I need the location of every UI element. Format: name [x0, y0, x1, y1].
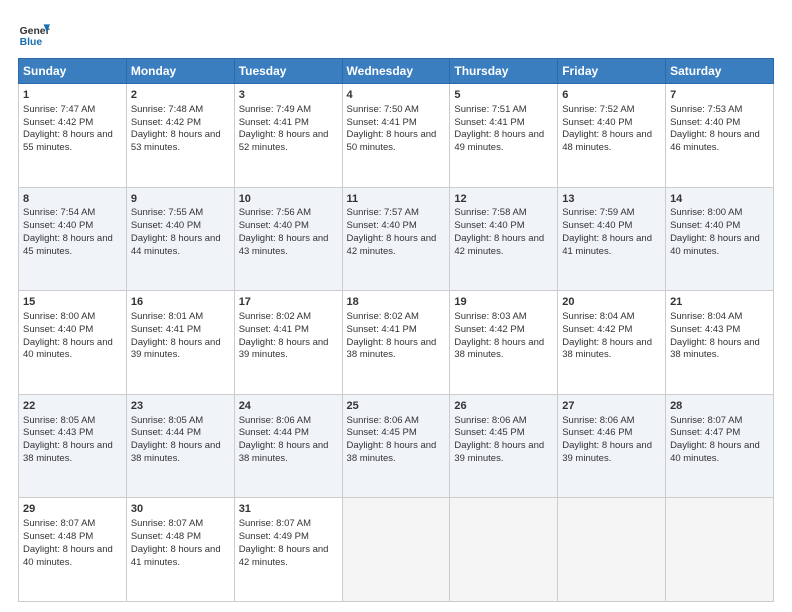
day-number: 3: [239, 88, 338, 103]
calendar-day-header: Friday: [558, 59, 666, 84]
day-number: 11: [347, 192, 446, 207]
day-number: 13: [562, 192, 661, 207]
calendar-cell: 14Sunrise: 8:00 AMSunset: 4:40 PMDayligh…: [666, 187, 774, 291]
calendar-cell: 11Sunrise: 7:57 AMSunset: 4:40 PMDayligh…: [342, 187, 450, 291]
calendar-cell: 3Sunrise: 7:49 AMSunset: 4:41 PMDaylight…: [234, 84, 342, 188]
calendar-week-row: 15Sunrise: 8:00 AMSunset: 4:40 PMDayligh…: [19, 291, 774, 395]
calendar-cell: 31Sunrise: 8:07 AMSunset: 4:49 PMDayligh…: [234, 498, 342, 602]
day-number: 20: [562, 295, 661, 310]
calendar-cell: 5Sunrise: 7:51 AMSunset: 4:41 PMDaylight…: [450, 84, 558, 188]
calendar-cell: 20Sunrise: 8:04 AMSunset: 4:42 PMDayligh…: [558, 291, 666, 395]
calendar-cell: 17Sunrise: 8:02 AMSunset: 4:41 PMDayligh…: [234, 291, 342, 395]
calendar-cell: 16Sunrise: 8:01 AMSunset: 4:41 PMDayligh…: [126, 291, 234, 395]
day-number: 17: [239, 295, 338, 310]
calendar-day-header: Wednesday: [342, 59, 450, 84]
calendar-cell: 13Sunrise: 7:59 AMSunset: 4:40 PMDayligh…: [558, 187, 666, 291]
calendar-cell: 29Sunrise: 8:07 AMSunset: 4:48 PMDayligh…: [19, 498, 127, 602]
calendar-cell: 27Sunrise: 8:06 AMSunset: 4:46 PMDayligh…: [558, 394, 666, 498]
day-number: 22: [23, 399, 122, 414]
calendar-cell: 28Sunrise: 8:07 AMSunset: 4:47 PMDayligh…: [666, 394, 774, 498]
calendar-cell: 26Sunrise: 8:06 AMSunset: 4:45 PMDayligh…: [450, 394, 558, 498]
calendar-cell: 2Sunrise: 7:48 AMSunset: 4:42 PMDaylight…: [126, 84, 234, 188]
day-number: 24: [239, 399, 338, 414]
day-number: 6: [562, 88, 661, 103]
calendar-day-header: Tuesday: [234, 59, 342, 84]
day-number: 31: [239, 502, 338, 517]
day-number: 30: [131, 502, 230, 517]
day-number: 10: [239, 192, 338, 207]
calendar-week-row: 8Sunrise: 7:54 AMSunset: 4:40 PMDaylight…: [19, 187, 774, 291]
calendar-cell: 21Sunrise: 8:04 AMSunset: 4:43 PMDayligh…: [666, 291, 774, 395]
calendar-cell: [342, 498, 450, 602]
calendar-week-row: 22Sunrise: 8:05 AMSunset: 4:43 PMDayligh…: [19, 394, 774, 498]
day-number: 9: [131, 192, 230, 207]
day-number: 1: [23, 88, 122, 103]
day-number: 23: [131, 399, 230, 414]
day-number: 7: [670, 88, 769, 103]
logo: General Blue: [18, 18, 50, 50]
day-number: 4: [347, 88, 446, 103]
header: General Blue: [18, 18, 774, 50]
day-number: 18: [347, 295, 446, 310]
calendar-cell: 6Sunrise: 7:52 AMSunset: 4:40 PMDaylight…: [558, 84, 666, 188]
calendar-cell: 23Sunrise: 8:05 AMSunset: 4:44 PMDayligh…: [126, 394, 234, 498]
day-number: 27: [562, 399, 661, 414]
day-number: 5: [454, 88, 553, 103]
day-number: 19: [454, 295, 553, 310]
calendar-header-row: SundayMondayTuesdayWednesdayThursdayFrid…: [19, 59, 774, 84]
day-number: 16: [131, 295, 230, 310]
calendar-cell: 8Sunrise: 7:54 AMSunset: 4:40 PMDaylight…: [19, 187, 127, 291]
calendar-cell: [666, 498, 774, 602]
calendar-cell: 18Sunrise: 8:02 AMSunset: 4:41 PMDayligh…: [342, 291, 450, 395]
day-number: 26: [454, 399, 553, 414]
calendar-cell: 9Sunrise: 7:55 AMSunset: 4:40 PMDaylight…: [126, 187, 234, 291]
day-number: 14: [670, 192, 769, 207]
day-number: 2: [131, 88, 230, 103]
day-number: 29: [23, 502, 122, 517]
day-number: 28: [670, 399, 769, 414]
calendar-cell: 12Sunrise: 7:58 AMSunset: 4:40 PMDayligh…: [450, 187, 558, 291]
calendar-cell: 7Sunrise: 7:53 AMSunset: 4:40 PMDaylight…: [666, 84, 774, 188]
calendar-day-header: Sunday: [19, 59, 127, 84]
calendar-table: SundayMondayTuesdayWednesdayThursdayFrid…: [18, 58, 774, 602]
calendar-week-row: 1Sunrise: 7:47 AMSunset: 4:42 PMDaylight…: [19, 84, 774, 188]
day-number: 12: [454, 192, 553, 207]
calendar-cell: 10Sunrise: 7:56 AMSunset: 4:40 PMDayligh…: [234, 187, 342, 291]
calendar-cell: [450, 498, 558, 602]
logo-icon: General Blue: [18, 18, 50, 50]
calendar-day-header: Saturday: [666, 59, 774, 84]
day-number: 21: [670, 295, 769, 310]
calendar-cell: [558, 498, 666, 602]
page: General Blue SundayMondayTuesdayWednesda…: [0, 0, 792, 612]
calendar-week-row: 29Sunrise: 8:07 AMSunset: 4:48 PMDayligh…: [19, 498, 774, 602]
calendar-cell: 15Sunrise: 8:00 AMSunset: 4:40 PMDayligh…: [19, 291, 127, 395]
calendar-cell: 19Sunrise: 8:03 AMSunset: 4:42 PMDayligh…: [450, 291, 558, 395]
calendar-cell: 22Sunrise: 8:05 AMSunset: 4:43 PMDayligh…: [19, 394, 127, 498]
day-number: 15: [23, 295, 122, 310]
calendar-cell: 30Sunrise: 8:07 AMSunset: 4:48 PMDayligh…: [126, 498, 234, 602]
calendar-day-header: Thursday: [450, 59, 558, 84]
calendar-cell: 4Sunrise: 7:50 AMSunset: 4:41 PMDaylight…: [342, 84, 450, 188]
day-number: 25: [347, 399, 446, 414]
calendar-cell: 25Sunrise: 8:06 AMSunset: 4:45 PMDayligh…: [342, 394, 450, 498]
calendar-cell: 1Sunrise: 7:47 AMSunset: 4:42 PMDaylight…: [19, 84, 127, 188]
calendar-day-header: Monday: [126, 59, 234, 84]
day-number: 8: [23, 192, 122, 207]
calendar-cell: 24Sunrise: 8:06 AMSunset: 4:44 PMDayligh…: [234, 394, 342, 498]
svg-text:Blue: Blue: [20, 37, 43, 48]
